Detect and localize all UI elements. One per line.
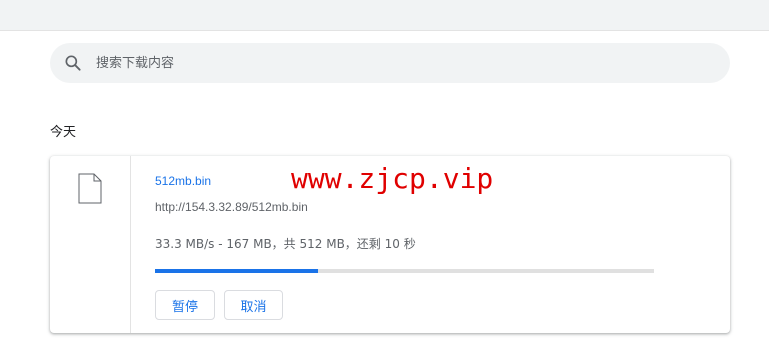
download-progress-bar [155, 269, 654, 273]
download-status-text: 33.3 MB/s - 167 MB，共 512 MB，还剩 10 秒 [155, 237, 416, 251]
search-icon[interactable] [63, 53, 83, 73]
download-progress-fill [155, 269, 318, 273]
search-input[interactable] [96, 43, 696, 83]
search-bar[interactable] [50, 43, 730, 83]
cancel-button[interactable]: 取消 [224, 290, 283, 320]
file-url-link[interactable]: http://154.3.32.89/512mb.bin [155, 200, 308, 214]
pause-button[interactable]: 暂停 [155, 290, 215, 320]
watermark-text: www.zjcp.vip [291, 162, 494, 195]
file-name-link[interactable]: 512mb.bin [155, 174, 211, 188]
section-title-today: 今天 [50, 125, 77, 140]
top-toolbar [0, 0, 769, 31]
card-divider [130, 156, 131, 333]
file-icon[interactable] [78, 173, 102, 204]
